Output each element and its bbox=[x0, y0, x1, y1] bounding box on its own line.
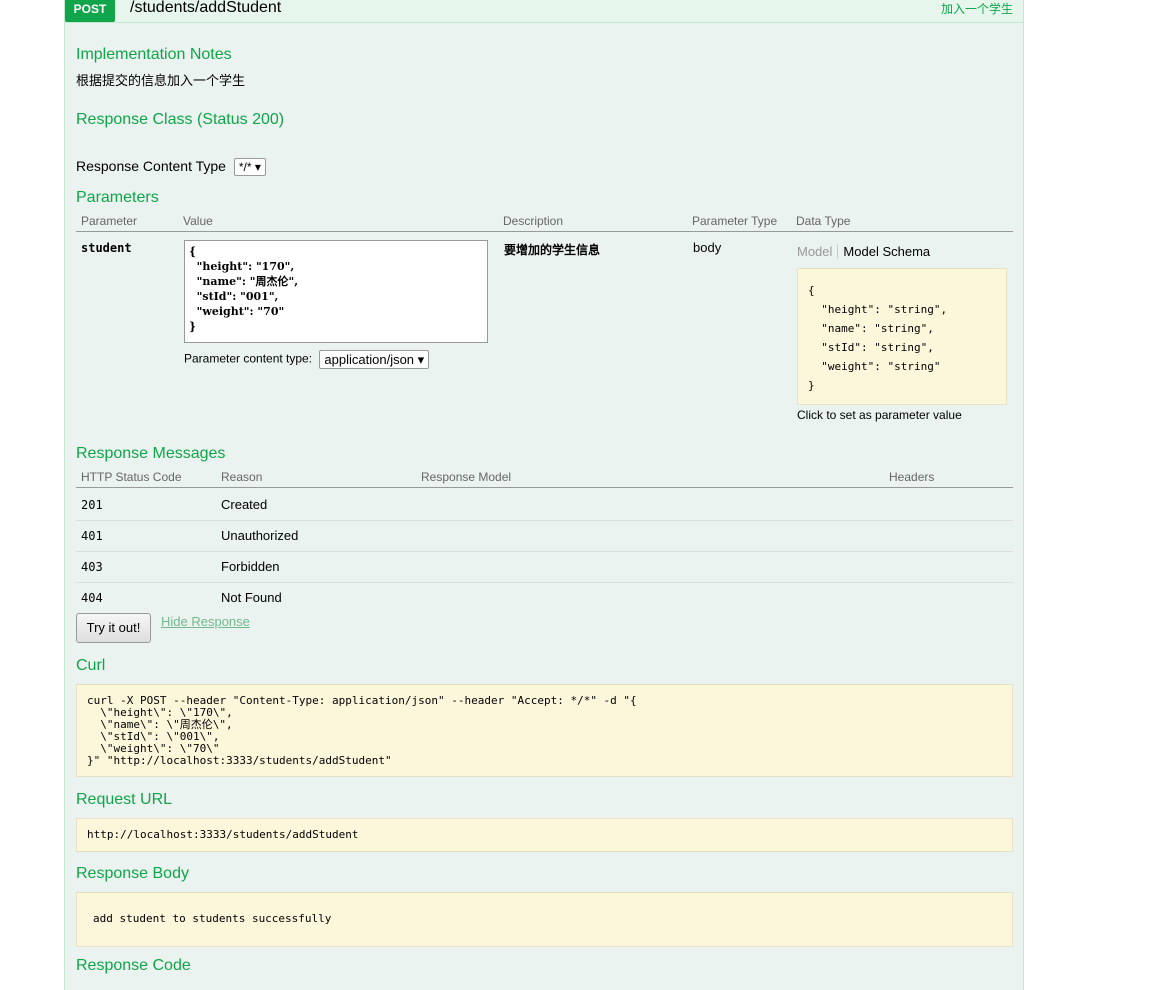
response-body-block: add student to students successfully bbox=[76, 892, 1013, 947]
param-description: 要增加的学生信息 bbox=[504, 243, 601, 257]
col-reason: Reason bbox=[221, 470, 263, 484]
tab-model[interactable]: Model bbox=[797, 244, 839, 259]
table-row: 201 Created bbox=[76, 490, 1013, 521]
response-messages-heading: Response Messages bbox=[76, 445, 226, 462]
param-type: body bbox=[693, 240, 722, 255]
response-body-heading: Response Body bbox=[76, 865, 189, 882]
request-url-heading: Request URL bbox=[76, 791, 173, 808]
col-data-type: Data Type bbox=[796, 214, 851, 228]
col-http-status-code: HTTP Status Code bbox=[81, 470, 182, 484]
table-row: 401 Unauthorized bbox=[76, 521, 1013, 552]
operation-header[interactable]: POST /students/addStudent 加入一个学生 bbox=[65, 0, 1023, 23]
status-reason: Created bbox=[221, 497, 268, 512]
col-response-model: Response Model bbox=[421, 470, 512, 484]
response-class-heading: Response Class (Status 200) bbox=[76, 111, 285, 128]
curl-block: curl -X POST --header "Content-Type: app… bbox=[76, 684, 1013, 777]
status-code: 201 bbox=[81, 498, 103, 512]
col-parameter-type: Parameter Type bbox=[692, 214, 778, 228]
request-url-block: http://localhost:3333/students/addStuden… bbox=[76, 818, 1013, 852]
table-row: 404 Not Found bbox=[76, 583, 1013, 613]
response-content-type: Response Content Type */* ▾ bbox=[76, 158, 266, 177]
endpoint-path[interactable]: /students/addStudent bbox=[130, 0, 281, 17]
http-method-badge[interactable]: POST bbox=[65, 0, 115, 22]
implementation-notes-heading: Implementation Notes bbox=[76, 46, 232, 63]
col-value: Value bbox=[183, 214, 213, 228]
col-headers: Headers bbox=[889, 470, 935, 484]
param-content-type: Parameter content type: application/json… bbox=[184, 350, 430, 369]
status-code: 401 bbox=[81, 529, 103, 543]
table-row: 403 Forbidden bbox=[76, 552, 1013, 583]
model-schema-box[interactable]: { "height": "string", "name": "string", … bbox=[797, 268, 1007, 405]
col-parameter: Parameter bbox=[81, 214, 138, 228]
status-code: 404 bbox=[81, 591, 103, 605]
try-it-out-button[interactable]: Try it out! bbox=[76, 613, 151, 643]
status-reason: Not Found bbox=[221, 590, 282, 605]
response-messages-table-header: HTTP Status Code Reason Response Model H… bbox=[76, 469, 1013, 488]
response-content-type-value: */* bbox=[238, 160, 252, 175]
tab-model-schema[interactable]: Model Schema bbox=[838, 244, 930, 259]
param-name: student bbox=[81, 241, 132, 255]
response-content-type-label: Response Content Type bbox=[76, 158, 226, 174]
col-description: Description bbox=[503, 214, 564, 228]
param-value-textarea[interactable]: { "height": "170", "name": "周杰伦", "stId"… bbox=[184, 240, 488, 343]
curl-heading: Curl bbox=[76, 657, 106, 674]
schema-click-hint: Click to set as parameter value bbox=[797, 408, 962, 422]
parameters-heading: Parameters bbox=[76, 189, 159, 206]
param-content-type-select[interactable]: application/json ▾ bbox=[319, 350, 430, 369]
status-code: 403 bbox=[81, 560, 103, 574]
implementation-notes-text: 根据提交的信息加入一个学生 bbox=[76, 74, 246, 89]
param-content-type-label: Parameter content type: bbox=[184, 351, 313, 366]
param-content-type-value: application/json bbox=[324, 352, 415, 367]
operation-summary[interactable]: 加入一个学生 bbox=[941, 0, 1013, 17]
status-reason: Unauthorized bbox=[221, 528, 299, 543]
status-reason: Forbidden bbox=[221, 559, 280, 574]
model-tabs: Model Model Schema bbox=[797, 244, 930, 259]
operation-panel: POST /students/addStudent 加入一个学生 Impleme… bbox=[64, 0, 1024, 990]
hide-response-link[interactable]: Hide Response bbox=[161, 614, 250, 629]
parameters-table-header: Parameter Value Description Parameter Ty… bbox=[76, 213, 1013, 232]
response-code-heading: Response Code bbox=[76, 957, 191, 974]
response-content-type-select[interactable]: */* ▾ bbox=[233, 158, 266, 177]
